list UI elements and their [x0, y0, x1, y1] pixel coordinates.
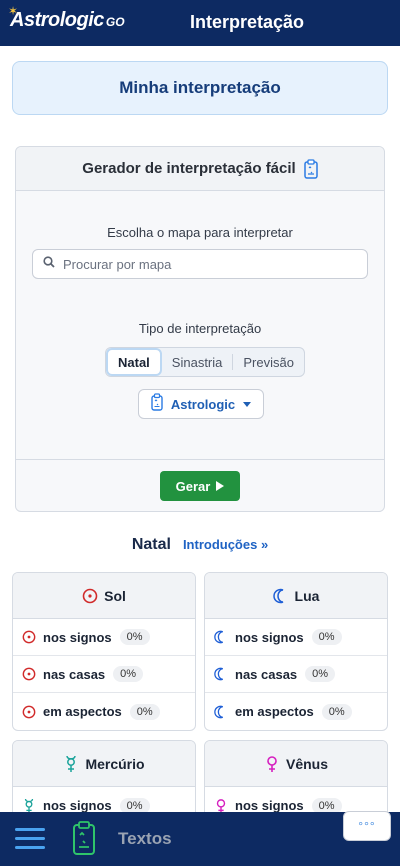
generate-button-label: Gerar [175, 478, 211, 494]
tab-previsao[interactable]: Previsão [233, 348, 304, 376]
progress-badge: 0% [119, 629, 150, 645]
sun-icon [21, 629, 37, 645]
progress-badge: 0% [305, 666, 336, 682]
more-options-button[interactable]: °°° [343, 811, 391, 841]
venus-icon [264, 755, 280, 772]
progress-badge: 0% [311, 629, 342, 645]
play-icon [216, 481, 225, 491]
tab-sinastria[interactable]: Sinastria [162, 348, 233, 376]
clipboard-icon [151, 392, 163, 416]
sun-icon [21, 704, 37, 720]
texts-tab-label[interactable]: Textos [118, 829, 172, 849]
planet-name: Vênus [285, 755, 328, 772]
generate-button[interactable]: Gerar [160, 471, 240, 501]
moon-icon [272, 588, 289, 604]
map-search-input[interactable]: Procurar por mapa [32, 249, 368, 279]
sun-icon [21, 666, 37, 682]
introductions-link[interactable]: Introduções » [183, 537, 268, 552]
list-item[interactable]: em aspectos 0% [205, 693, 387, 730]
planet-card-lua: Lua nos signos 0% nas casas 0% em aspect… [204, 572, 388, 731]
clipboard-icon [303, 158, 318, 179]
interpretation-type-tabs: Natal Sinastria Previsão [105, 347, 305, 377]
tab-natal[interactable]: Natal [106, 348, 162, 376]
generator-footer: Gerar [16, 459, 384, 512]
list-item[interactable]: nos signos 0% [205, 619, 387, 656]
progress-badge: 0% [129, 703, 160, 720]
planet-card-header[interactable]: Vênus [205, 741, 387, 787]
my-interpretation-banner[interactable]: Minha interpretação [12, 61, 388, 115]
interpretation-generator-card: Gerador de interpretação fácil Escolha o… [15, 146, 385, 512]
search-icon [43, 255, 55, 273]
planet-card-sol: Sol nos signos 0% nas casas 0% em aspect… [12, 572, 196, 731]
moon-icon [213, 666, 229, 682]
planet-card-mercurio: Mercúrio nos signos 0% [12, 740, 196, 820]
sun-icon [82, 588, 98, 604]
more-icon: °°° [358, 819, 376, 833]
mercury-icon [63, 755, 79, 772]
interpretation-type-label: Tipo de interpretação [138, 321, 262, 336]
source-dropdown-value: Astrologic [170, 396, 236, 412]
list-item[interactable]: nas casas 0% [205, 656, 387, 693]
planet-card-header[interactable]: Lua [205, 573, 387, 619]
progress-badge: 0% [113, 666, 144, 682]
list-item[interactable]: nas casas 0% [13, 656, 195, 693]
list-item[interactable]: em aspectos 0% [13, 693, 195, 730]
page-title: Interpretação [190, 12, 305, 32]
clipboard-icon[interactable] [72, 820, 96, 861]
generator-title: Gerador de interpretação fácil [82, 160, 296, 177]
moon-icon [213, 629, 229, 645]
planet-card-header[interactable]: Mercúrio [13, 741, 195, 787]
hamburger-menu-icon[interactable] [15, 828, 45, 850]
natal-section-header: Natal Introduções » [0, 536, 400, 554]
choose-map-label: Escolha o mapa para interpretar [107, 225, 293, 240]
top-bar: ✶ Astrologic GO Interpretação [0, 0, 400, 46]
list-item[interactable]: nos signos 0% [13, 619, 195, 656]
moon-icon [213, 704, 229, 720]
banner-title: Minha interpretação [119, 78, 281, 97]
app-logo[interactable]: ✶ Astrologic GO [8, 5, 125, 37]
generator-header: Gerador de interpretação fácil [16, 147, 384, 191]
search-placeholder: Procurar por mapa [63, 256, 172, 272]
chevron-down-icon [243, 401, 252, 407]
source-dropdown[interactable]: Astrologic [138, 389, 264, 419]
planet-name: Lua [294, 587, 320, 604]
bottom-nav: Textos [0, 812, 400, 866]
planet-name: Mercúrio [85, 755, 145, 772]
star-icon: ✶ [8, 4, 19, 18]
planet-card-venus: Vênus nos signos 0% [204, 740, 388, 820]
progress-badge: 0% [321, 703, 352, 720]
planet-name: Sol [104, 587, 126, 604]
planet-card-header[interactable]: Sol [13, 573, 195, 619]
section-title: Natal [131, 536, 171, 553]
